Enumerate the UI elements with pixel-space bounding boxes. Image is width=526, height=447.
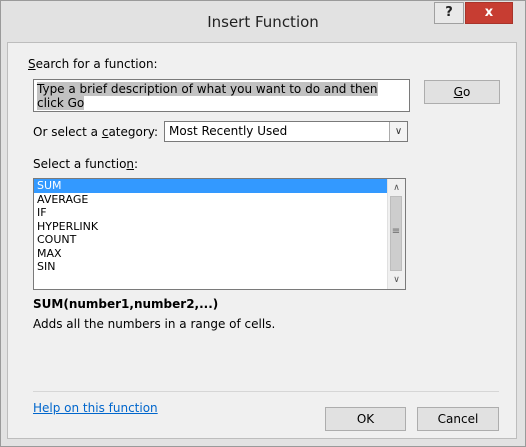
ok-button[interactable]: OK — [325, 407, 406, 431]
scroll-thumb[interactable]: ≡ — [390, 196, 402, 271]
chevron-down-icon[interactable]: ∨ — [389, 122, 407, 141]
function-listbox[interactable]: SUM AVERAGE IF HYPERLINK COUNT MAX SIN ∧… — [33, 178, 406, 290]
list-item[interactable]: IF — [34, 206, 405, 220]
list-scrollbar[interactable]: ∧ ≡ ∨ — [387, 179, 405, 289]
go-button[interactable]: Go — [424, 80, 500, 104]
function-signature: SUM(number1,number2,...) — [33, 297, 219, 311]
list-item[interactable]: HYPERLINK — [34, 220, 405, 234]
cancel-button[interactable]: Cancel — [417, 407, 499, 431]
title-bar[interactable]: Insert Function ? x — [1, 1, 525, 39]
category-value: Most Recently Used — [169, 124, 288, 138]
search-input[interactable]: Type a brief description of what you wan… — [33, 79, 410, 112]
function-list-label: Select a function: — [33, 157, 139, 171]
list-item[interactable]: COUNT — [34, 233, 405, 247]
help-button[interactable]: ? — [434, 2, 464, 24]
scroll-up-icon[interactable]: ∧ — [388, 180, 405, 196]
function-description: Adds all the numbers in a range of cells… — [33, 317, 276, 331]
search-input-text: Type a brief description of what you wan… — [37, 82, 378, 110]
list-item[interactable]: SIN — [34, 260, 405, 274]
close-button[interactable]: x — [465, 2, 513, 24]
search-label: Search for a function: — [28, 57, 158, 71]
category-label: Or select a category: — [33, 125, 159, 139]
list-item[interactable]: AVERAGE — [34, 193, 405, 207]
list-item[interactable]: MAX — [34, 247, 405, 261]
help-on-function-link[interactable]: Help on this function — [33, 401, 158, 415]
category-select[interactable]: Most Recently Used ∨ — [164, 121, 408, 142]
list-item[interactable]: SUM — [34, 179, 405, 193]
footer-divider — [33, 391, 499, 392]
scroll-down-icon[interactable]: ∨ — [388, 272, 405, 288]
